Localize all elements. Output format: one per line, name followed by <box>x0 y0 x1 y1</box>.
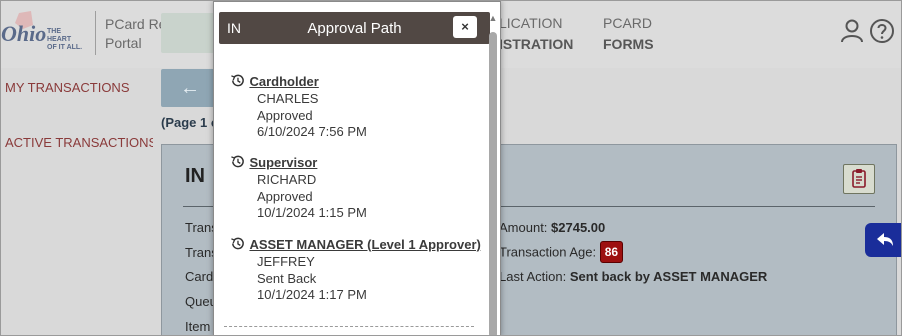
back-button[interactable]: ← <box>161 69 219 107</box>
card-title: IN <box>185 165 205 187</box>
amount-label: Amount: <box>499 220 552 235</box>
approval-path-modal: IN Approval Path × ▲ Cardholder CHARLES … <box>213 1 501 335</box>
step-role-link[interactable]: Cardholder <box>249 74 318 89</box>
svg-text:OF IT ALL.: OF IT ALL. <box>47 44 82 51</box>
sidebar-item-active-transactions[interactable]: ACTIVE TRANSACTIONS <box>5 135 157 150</box>
svg-text:THE: THE <box>47 28 61 35</box>
app-window: Ohio THE HEART OF IT ALL. PCard Reconcil… <box>0 0 902 336</box>
step-divider <box>224 326 474 327</box>
age-badge: 86 <box>599 241 624 263</box>
step-role-link[interactable]: ASSET MANAGER (Level 1 Approver) <box>249 237 480 252</box>
header-action-button[interactable] <box>161 13 217 53</box>
sidebar-item-my-transactions[interactable]: MY TRANSACTIONS <box>5 80 129 95</box>
step-status: Approved <box>257 107 313 123</box>
last-action-label: Last Action: <box>499 269 570 284</box>
history-icon <box>231 74 244 87</box>
step-status: Approved <box>257 188 313 204</box>
step-role-link[interactable]: Supervisor <box>249 155 317 170</box>
step-status: Sent Back <box>257 270 317 286</box>
user-icon[interactable] <box>839 18 865 44</box>
step-approver-name: RICHARD <box>257 172 317 187</box>
page-indicator: (Page 1 o <box>161 115 219 130</box>
amount-field: Amount: $2745.00 <box>499 220 605 235</box>
transaction-age-field: Transaction Age: 86 <box>499 241 624 263</box>
field-label: Card <box>185 269 214 284</box>
step-approver-name: JEFFREY <box>257 254 315 269</box>
return-button[interactable] <box>865 223 901 257</box>
help-icon[interactable] <box>869 18 895 44</box>
approval-step-cardholder: Cardholder CHARLES Approved 6/10/2024 7:… <box>230 73 480 141</box>
step-datetime: 6/10/2024 7:56 PM <box>257 124 367 139</box>
reply-icon <box>877 233 893 246</box>
age-label: Transaction Age: <box>499 244 600 260</box>
modal-header: IN Approval Path × <box>219 12 490 44</box>
step-approver-name: CHARLES <box>257 91 319 106</box>
field-label: Item <box>185 319 211 334</box>
history-icon <box>231 237 244 250</box>
last-action-field: Last Action: Sent back by ASSET MANAGER <box>499 269 767 284</box>
ohio-logo[interactable]: Ohio THE HEART OF IT ALL. <box>1 9 87 57</box>
scroll-thumb[interactable] <box>489 32 497 335</box>
header-divider <box>95 11 96 55</box>
step-datetime: 10/1/2024 1:15 PM <box>257 205 367 220</box>
modal-scrollbar[interactable]: ▲ <box>487 12 499 335</box>
modal-title: Approval Path <box>307 20 402 37</box>
amount-value: $2745.00 <box>551 220 606 235</box>
approval-step-asset-manager: ASSET MANAGER (Level 1 Approver) JEFFREY… <box>230 236 481 304</box>
clipboard-icon <box>852 169 866 188</box>
svg-text:HEART: HEART <box>47 36 72 43</box>
nav-application-administration[interactable]: LICATION ISTRATION <box>499 13 573 55</box>
clipboard-button[interactable] <box>843 164 875 194</box>
last-action-value: Sent back by ASSET MANAGER <box>569 269 768 284</box>
step-datetime: 10/1/2024 1:17 PM <box>257 287 367 302</box>
approval-step-supervisor: Supervisor RICHARD Approved 10/1/2024 1:… <box>230 154 480 222</box>
nav-pcard-forms[interactable]: PCARD FORMS <box>603 13 654 55</box>
history-icon <box>231 155 244 168</box>
scroll-up-icon[interactable]: ▲ <box>487 12 499 24</box>
close-button[interactable]: × <box>453 16 477 38</box>
svg-text:Ohio: Ohio <box>1 21 46 46</box>
sidebar <box>1 68 153 335</box>
